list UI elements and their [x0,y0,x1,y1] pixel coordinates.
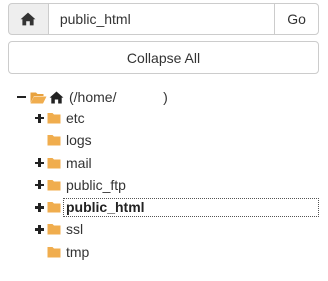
folder-icon [47,246,61,258]
home-icon [49,91,64,103]
tree-item[interactable]: public_ftp [34,174,324,196]
tree-item[interactable]: logs [34,129,324,151]
path-bar: Go [8,3,319,35]
tree-root-label: (/home/ ) [69,89,168,105]
folder-icon [47,224,61,235]
tree-item-label[interactable]: etc [65,109,86,127]
expand-toggle-icon[interactable] [34,223,46,235]
expand-toggle-icon[interactable] [34,157,46,169]
tree-item[interactable]: mail [34,152,324,174]
expand-toggle-icon[interactable] [34,179,46,191]
file-tree-panel: Go Collapse All (/home/ ) etc logs mail pub… [0,0,328,281]
folder-icon [47,157,61,169]
collapse-all-button[interactable]: Collapse All [8,41,319,74]
tree-item[interactable]: ssl [34,218,324,240]
tree-item[interactable]: etc [34,107,324,129]
tree-item-label[interactable]: mail [65,154,93,172]
go-button[interactable]: Go [274,3,319,35]
path-input[interactable] [48,3,275,35]
tree-item-label[interactable]: tmp [65,243,90,261]
folder-icon [47,179,61,191]
tree-item[interactable]: public_html [34,196,324,218]
collapse-toggle-icon[interactable] [16,91,28,103]
tree-item-label[interactable]: public_ftp [65,176,127,194]
tree-children: etc logs mail public_ftp public_htmlssl tmp [34,107,324,263]
home-icon [21,12,36,26]
tree-item[interactable]: tmp [34,241,324,263]
folder-icon [47,113,61,124]
tree-item-label[interactable]: logs [65,131,93,149]
expand-toggle-icon[interactable] [34,112,46,124]
folder-icon [47,202,61,213]
tree-item-label[interactable]: ssl [65,220,84,238]
tree-item-label[interactable]: public_html [65,198,146,216]
tree-root[interactable]: (/home/ ) [16,87,168,107]
open-folder-icon [30,92,47,103]
home-button[interactable] [8,3,49,35]
folder-icon [47,135,61,146]
expand-toggle-icon[interactable] [34,201,46,213]
